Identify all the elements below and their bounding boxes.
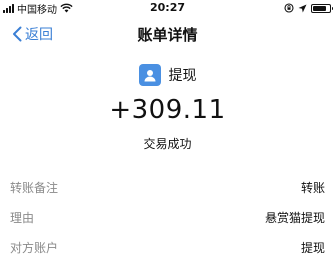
detail-list: 转账备注 转账 理由 悬赏猫提现 对方账户 提现 <box>0 172 335 262</box>
status-bar: 中国移动 20:27 <box>0 0 335 16</box>
detail-label: 对方账户 <box>10 241 59 255</box>
detail-value: 提现 <box>300 241 325 255</box>
rotation-lock-icon <box>284 3 294 13</box>
nav-bar: 返回 账单详情 <box>0 18 335 50</box>
location-arrow-icon <box>298 4 307 12</box>
detail-row-account: 对方账户 提现 <box>0 232 335 262</box>
transaction-status: 交易成功 <box>143 137 192 151</box>
detail-value: 悬赏猫提现 <box>264 211 325 225</box>
counterparty-name: 提现 <box>168 68 197 84</box>
user-avatar-icon <box>138 64 161 86</box>
counterparty: 提现 <box>0 64 335 86</box>
page-title: 账单详情 <box>137 26 198 44</box>
battery-level <box>313 5 326 11</box>
detail-label: 理由 <box>10 211 35 225</box>
detail-label: 转账备注 <box>10 181 59 195</box>
status-right <box>284 2 333 14</box>
detail-value: 转账 <box>300 181 325 195</box>
bill-detail-screen: 中国移动 20:27 返回 账单详情 提现 +309.11 交易成功 转账备注 … <box>0 0 335 276</box>
detail-row-reason: 理由 悬赏猫提现 <box>0 202 335 232</box>
transaction-amount: +309.11 <box>109 95 226 125</box>
battery-icon <box>311 3 333 13</box>
detail-row-note: 转账备注 转账 <box>0 172 335 202</box>
